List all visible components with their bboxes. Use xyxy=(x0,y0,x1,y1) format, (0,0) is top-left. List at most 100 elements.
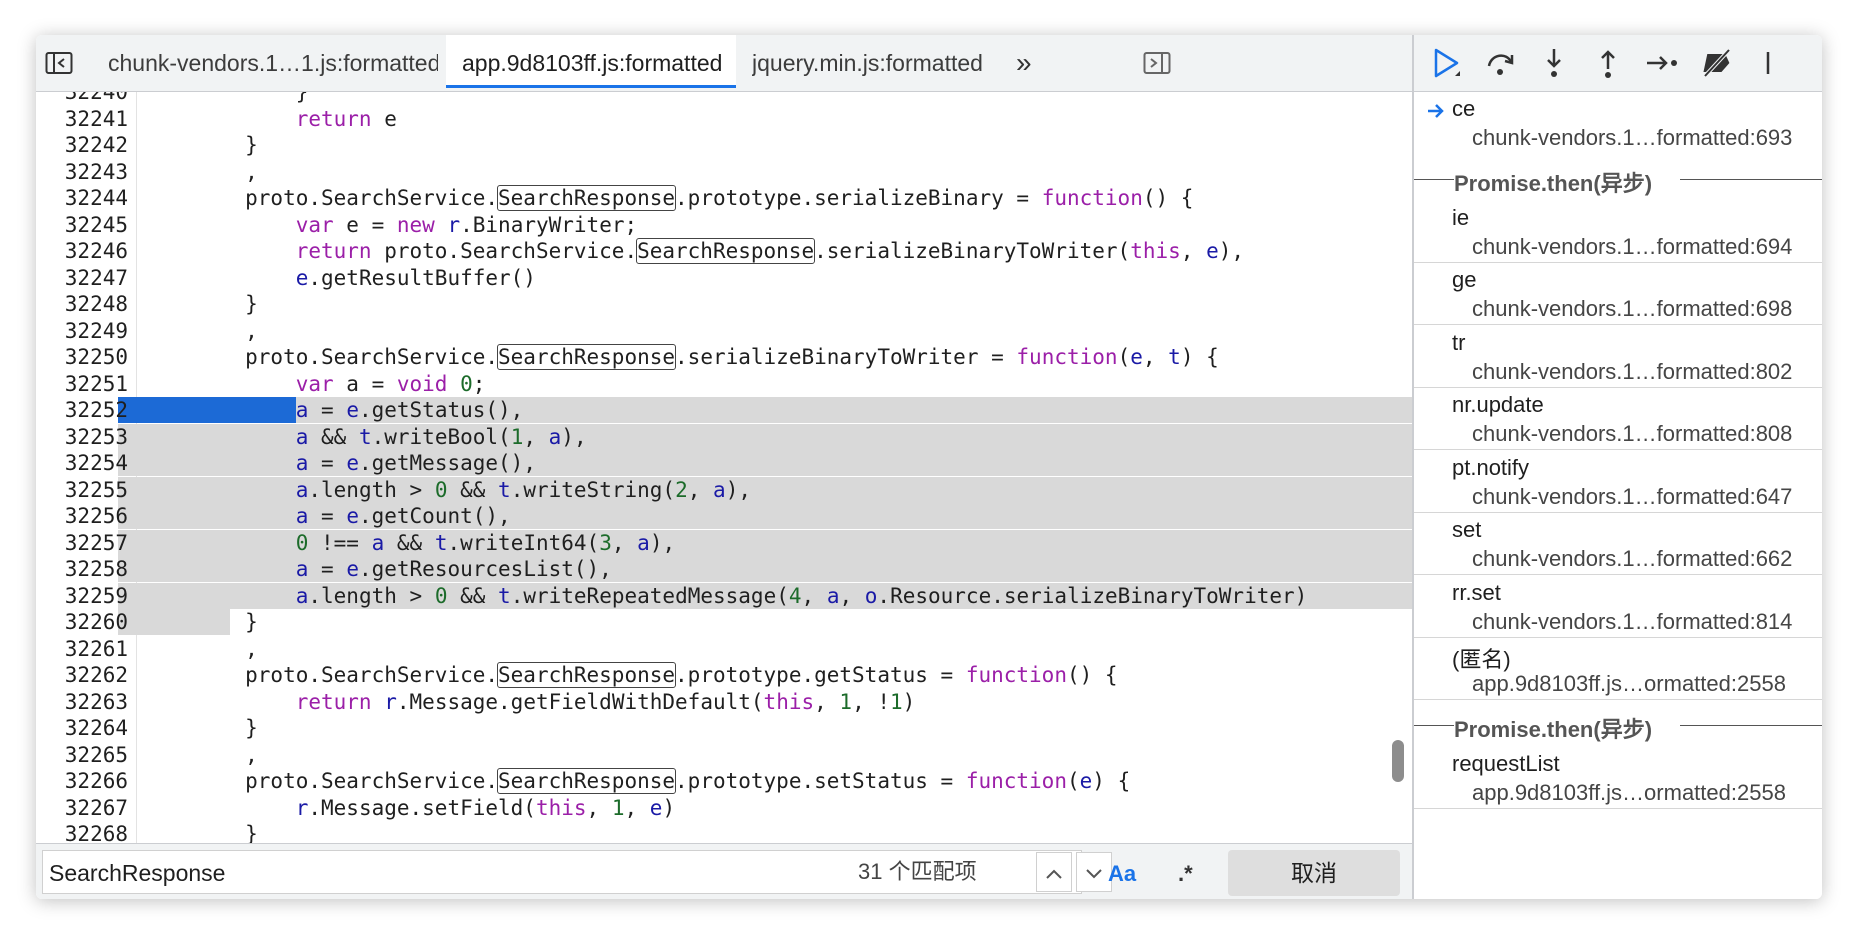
line-number[interactable]: 32257 xyxy=(36,530,128,556)
line-number[interactable]: 32240 xyxy=(36,92,128,105)
line-number[interactable]: 32264 xyxy=(36,715,128,741)
code-line[interactable]: 32257 0 !== a && t.writeInt64(3, a), xyxy=(36,529,1412,556)
call-frame[interactable]: requestList app.9d8103ff.js…ormatted:2558 xyxy=(1414,747,1822,809)
code-line[interactable]: 32264 } xyxy=(36,715,1412,741)
line-number[interactable]: 32265 xyxy=(36,742,128,768)
frame-location: chunk-vendors.1…formatted:647 xyxy=(1472,483,1793,509)
code-line[interactable]: 32265 , xyxy=(36,742,1412,768)
more-tabs-icon[interactable]: » xyxy=(1016,35,1046,91)
code-line[interactable]: 32259 a.length > 0 && t.writeRepeatedMes… xyxy=(36,582,1412,609)
resume-icon[interactable] xyxy=(1426,45,1466,81)
code-text: var e = new r.BinaryWriter; xyxy=(295,212,638,237)
code-line[interactable]: 32266 proto.SearchService.SearchResponse… xyxy=(36,768,1412,794)
tab-app-js[interactable]: app.9d8103ff.js:formatted× xyxy=(446,35,736,88)
line-number[interactable]: 32260 xyxy=(36,609,128,635)
code-line[interactable]: 32261 , xyxy=(36,636,1412,662)
pause-on-exceptions-icon[interactable] xyxy=(1752,45,1792,81)
code-area[interactable]: 32240 } 32241 return e 32242 } 32243 , 32244… xyxy=(36,92,1412,884)
call-frame[interactable]: ie chunk-vendors.1…formatted:694 xyxy=(1414,201,1822,263)
frame-function-name: ce xyxy=(1452,96,1476,121)
frame-location: app.9d8103ff.js…ormatted:2558 xyxy=(1472,671,1786,696)
code-line[interactable]: 32256 a = e.getCount(), xyxy=(36,503,1412,529)
code-line[interactable]: 32254 a = e.getMessage(), xyxy=(36,450,1412,476)
line-number[interactable]: 32250 xyxy=(36,344,128,370)
line-number[interactable]: 32242 xyxy=(36,132,128,158)
code-text: proto.SearchService.SearchResponse.proto… xyxy=(144,662,1118,688)
match-case-toggle[interactable]: Aa xyxy=(1108,852,1136,892)
call-frame[interactable]: pt.notify chunk-vendors.1…formatted:647 xyxy=(1414,451,1822,513)
deactivate-breakpoints-icon[interactable] xyxy=(1696,45,1736,81)
next-match-button[interactable] xyxy=(1076,852,1112,892)
line-number[interactable]: 32251 xyxy=(36,371,128,397)
vertical-scrollbar[interactable] xyxy=(1392,740,1404,782)
code-line[interactable]: 32247 e.getResultBuffer() xyxy=(36,265,1412,291)
line-number[interactable]: 32247 xyxy=(36,265,128,291)
line-number[interactable]: 32262 xyxy=(36,662,128,688)
line-number[interactable]: 32241 xyxy=(36,106,128,132)
code-text: e.getResultBuffer() xyxy=(295,265,536,290)
code-line[interactable]: 32248 } xyxy=(36,291,1412,317)
regex-toggle[interactable]: .* xyxy=(1178,852,1193,892)
line-number[interactable]: 32253 xyxy=(36,424,128,450)
code-line[interactable]: 32244 proto.SearchService.SearchResponse… xyxy=(36,185,1412,211)
code-text: } xyxy=(144,716,258,740)
sidebar-toggle-icon[interactable] xyxy=(44,49,74,77)
code-line[interactable]: 32262 proto.SearchService.SearchResponse… xyxy=(36,662,1412,688)
line-number[interactable]: 32255 xyxy=(36,477,128,503)
call-frame[interactable]: (匿名) app.9d8103ff.js…ormatted:2558 xyxy=(1414,638,1822,700)
line-number[interactable]: 32263 xyxy=(36,689,128,715)
code-line[interactable]: 32258 a = e.getResourcesList(), xyxy=(36,556,1412,582)
code-text: a = e.getMessage(), xyxy=(295,451,536,475)
debugger-sidebar: ce chunk-vendors.1…formatted:693 Promise.t… xyxy=(1412,35,1822,899)
previous-match-button[interactable] xyxy=(1036,852,1072,892)
cancel-search-button[interactable]: 取消 xyxy=(1228,850,1400,896)
line-number[interactable]: 32261 xyxy=(36,636,128,662)
line-number[interactable]: 32249 xyxy=(36,318,128,344)
collapse-panel-icon[interactable] xyxy=(1142,49,1172,77)
code-text: proto.SearchService.SearchResponse.proto… xyxy=(144,185,1194,211)
code-text: r.Message.setField(this, 1, e) xyxy=(295,795,676,820)
code-line[interactable]: 32249 , xyxy=(36,318,1412,344)
code-line[interactable]: 32263 return r.Message.getFieldWithDefau… xyxy=(36,689,1412,715)
call-frame[interactable]: tr chunk-vendors.1…formatted:802 xyxy=(1414,326,1822,388)
code-line[interactable]: 32241 return e xyxy=(36,106,1412,132)
code-line[interactable]: 32240 } xyxy=(36,92,1412,105)
line-number[interactable]: 32256 xyxy=(36,503,128,529)
step-over-icon[interactable] xyxy=(1480,45,1520,81)
tab-jquery[interactable]: jquery.min.js:formatted xyxy=(752,35,1002,91)
step-icon[interactable] xyxy=(1642,45,1682,81)
code-line[interactable]: 32245 var e = new r.BinaryWriter; xyxy=(36,212,1412,238)
line-number[interactable]: 32266 xyxy=(36,768,128,794)
frame-function-name: ie xyxy=(1452,204,1470,230)
step-out-icon[interactable] xyxy=(1588,45,1628,81)
code-line[interactable]: 32260 } xyxy=(36,609,1412,635)
line-number[interactable]: 32245 xyxy=(36,212,128,238)
code-line[interactable]: 32253 a && t.writeBool(1, a), xyxy=(36,423,1412,450)
line-number[interactable]: 32254 xyxy=(36,450,128,476)
frame-function-name: ge xyxy=(1452,267,1477,292)
code-text: proto.SearchService.SearchResponse.proto… xyxy=(144,768,1131,794)
line-number[interactable]: 32248 xyxy=(36,291,128,317)
call-frame[interactable]: rr.set chunk-vendors.1…formatted:814 xyxy=(1414,576,1822,638)
call-frame[interactable]: ce chunk-vendors.1…formatted:693 xyxy=(1414,92,1822,153)
line-number[interactable]: 32258 xyxy=(36,556,128,582)
call-frame[interactable]: ge chunk-vendors.1…formatted:698 xyxy=(1414,263,1822,325)
line-number[interactable]: 32267 xyxy=(36,795,128,821)
line-number[interactable]: 32259 xyxy=(36,583,128,609)
code-line[interactable]: 32250 proto.SearchService.SearchResponse… xyxy=(36,344,1412,370)
code-line[interactable]: 32251 var a = void 0; xyxy=(36,371,1412,397)
call-frame[interactable]: set chunk-vendors.1…formatted:662 xyxy=(1414,513,1822,575)
line-number[interactable]: 32252 xyxy=(36,397,128,423)
step-into-icon[interactable] xyxy=(1534,45,1574,81)
call-frame[interactable]: nr.update chunk-vendors.1…formatted:808 xyxy=(1414,388,1822,450)
line-number[interactable]: 32246 xyxy=(36,238,128,264)
line-number[interactable]: 32243 xyxy=(36,159,128,185)
code-line[interactable]: 32255 a.length > 0 && t.writeString(2, a… xyxy=(36,476,1412,503)
code-line[interactable]: 32252 a = e.getStatus(), xyxy=(36,397,1412,423)
tab-chunk-vendors[interactable]: chunk-vendors.1…1.js:formatted xyxy=(108,35,438,91)
line-number[interactable]: 32244 xyxy=(36,185,128,211)
code-line[interactable]: 32242 } xyxy=(36,132,1412,158)
code-line[interactable]: 32267 r.Message.setField(this, 1, e) xyxy=(36,795,1412,821)
code-line[interactable]: 32243 , xyxy=(36,159,1412,185)
code-line[interactable]: 32246 return proto.SearchService.SearchR… xyxy=(36,238,1412,264)
